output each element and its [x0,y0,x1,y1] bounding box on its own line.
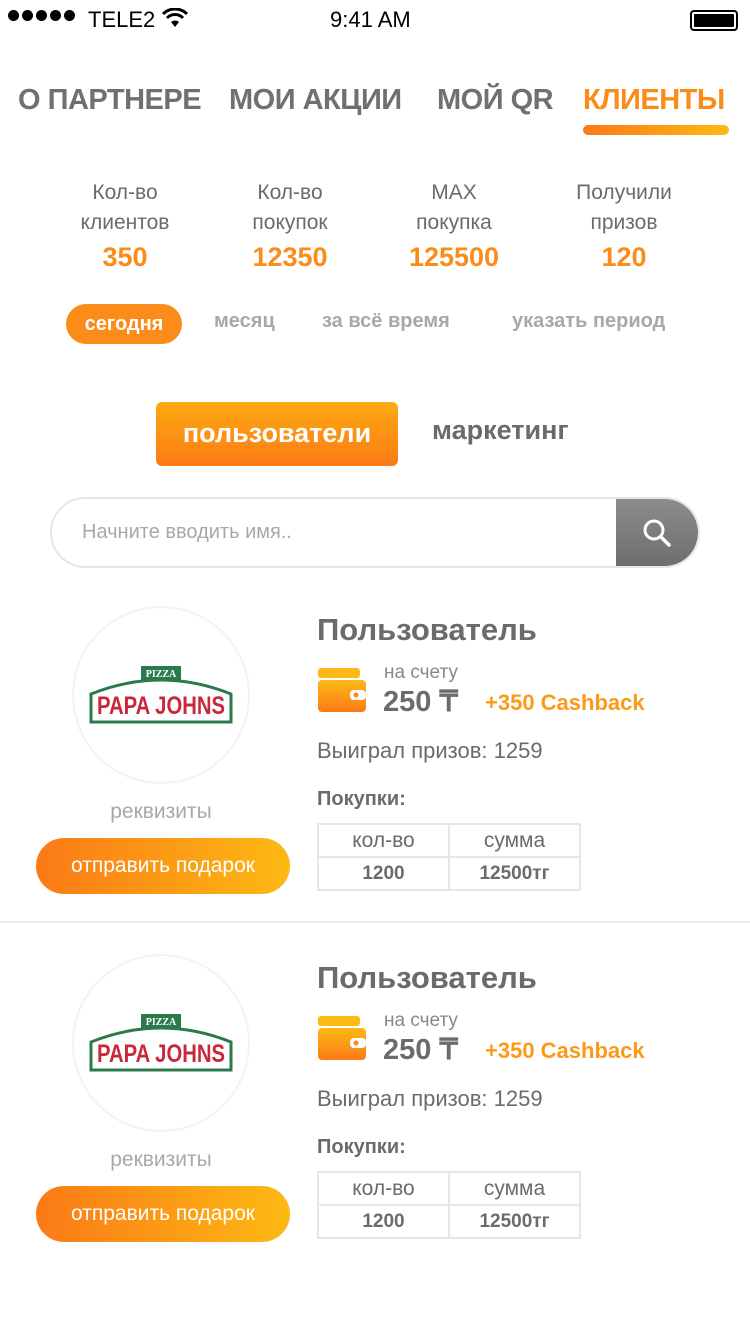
tab-my-qr[interactable]: МОЙ QR [437,84,554,117]
purchase-count: 1200 [317,856,450,891]
carrier: TELE2 [88,7,156,32]
column-header-sum: сумма [448,823,581,858]
period-custom[interactable]: указать период [512,310,665,333]
balance-value: 250 ₸ [383,686,458,718]
status-bar: TELE2 9:41 AM [0,0,750,40]
avatar[interactable]: PIZZA PAPA JOHNS [72,606,250,784]
svg-text:PIZZA: PIZZA [146,1017,177,1028]
send-gift-button[interactable]: отправить подарок [36,1186,290,1242]
battery-icon [690,10,738,31]
purchase-sum: 12500тг [448,1204,581,1239]
purchases-label: Покупки: [317,788,406,810]
stat-value: 350 [102,242,148,272]
details-link[interactable]: реквизиты [72,1148,250,1172]
prizes-won: Выиграл призов: 1259 [317,1086,543,1111]
purchase-count: 1200 [317,1204,450,1239]
signal-icon [8,10,75,21]
column-header-sum: сумма [448,1171,581,1206]
search-button[interactable] [616,499,698,566]
stat-max-purchase: MAX покупка 125500 [369,178,539,276]
active-tab-indicator [583,125,729,135]
stat-label: покупок [252,211,328,234]
stat-prizes: Получили призов 120 [539,178,709,276]
stat-value: 120 [601,242,647,272]
stat-label: Кол-во [92,181,158,204]
papa-johns-logo: PIZZA PAPA JOHNS [89,666,233,724]
send-gift-button[interactable]: отправить подарок [36,838,290,894]
svg-text:PAPA JOHNS: PAPA JOHNS [97,692,225,720]
user-card: PIZZA PAPA JOHNS реквизиты отправить пода… [0,600,750,920]
user-name: Пользователь [317,960,537,995]
papa-johns-logo: PIZZA PAPA JOHNS [89,1014,233,1072]
stat-label: клиентов [80,211,170,234]
stat-label: Кол-во [257,181,323,204]
avatar[interactable]: PIZZA PAPA JOHNS [72,954,250,1132]
purchases-label: Покупки: [317,1136,406,1158]
column-header-count: кол-во [317,1171,450,1206]
stat-value: 12350 [252,242,328,272]
balance-label: на счету [384,1010,458,1031]
column-header-count: кол-во [317,823,450,858]
stat-label: MAX [431,181,477,204]
stat-label: призов [590,211,658,234]
stat-label: Получили [576,181,672,204]
purchase-sum: 12500тг [448,856,581,891]
period-all-time[interactable]: за всё время [322,310,450,333]
tab-my-promotions[interactable]: МОИ АКЦИИ [229,84,402,117]
cashback: +350 Cashback [485,690,645,715]
search-input[interactable] [82,499,612,566]
tab-clients[interactable]: КЛИЕНТЫ [583,84,725,117]
svg-text:PIZZA: PIZZA [146,669,177,680]
svg-text:PAPA JOHNS: PAPA JOHNS [97,1040,225,1068]
wallet-icon [318,1016,366,1060]
period-today[interactable]: сегодня [66,304,182,344]
segment-users[interactable]: пользователи [156,402,398,466]
search-icon [643,519,671,547]
wallet-icon [318,668,366,712]
clock: 9:41 AM [330,7,411,32]
prizes-won: Выиграл призов: 1259 [317,738,543,763]
search-bar [50,497,700,568]
stat-label: покупка [416,211,492,234]
stat-value: 125500 [408,242,500,272]
details-link[interactable]: реквизиты [72,800,250,824]
period-month[interactable]: месяц [214,310,275,333]
balance-label: на счету [384,662,458,683]
user-card: PIZZA PAPA JOHNS реквизиты отправить пода… [0,948,750,1268]
purchases-table: кол-во сумма 1200 12500тг [317,823,581,891]
divider [0,921,750,923]
stat-purchases: Кол-во покупок 12350 [205,178,375,276]
wifi-icon [162,8,188,27]
balance-value: 250 ₸ [383,1034,458,1066]
purchases-table: кол-во сумма 1200 12500тг [317,1171,581,1239]
stat-clients: Кол-во клиентов 350 [40,178,210,276]
segment-marketing[interactable]: маркетинг [432,415,569,446]
user-name: Пользователь [317,612,537,647]
tab-about-partner[interactable]: О ПАРТНЕРЕ [18,84,202,117]
cashback: +350 Cashback [485,1038,645,1063]
